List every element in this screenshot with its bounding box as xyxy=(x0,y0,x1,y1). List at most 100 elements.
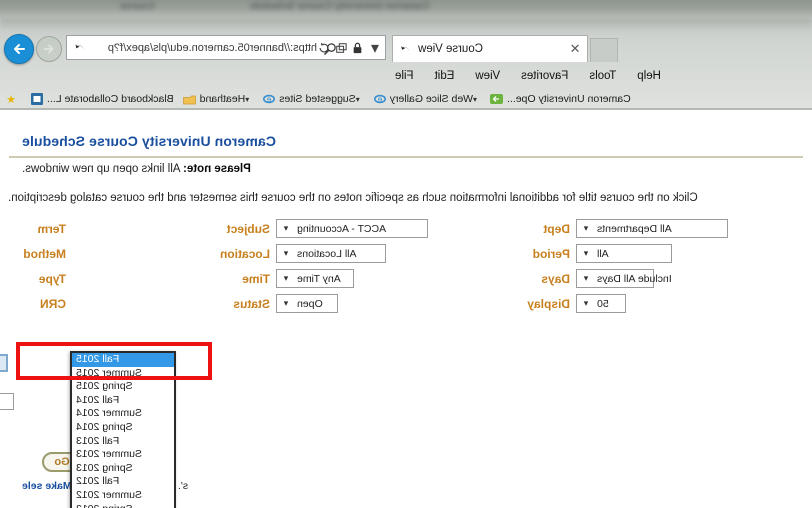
term-option[interactable]: Summer 2015 xyxy=(72,367,174,381)
chevron-down-icon[interactable]: ▾ xyxy=(473,95,477,104)
term-option[interactable]: Fall 2013 xyxy=(72,435,174,449)
label-location: Location xyxy=(220,246,270,261)
term-option[interactable]: Summer 2012 xyxy=(72,489,174,503)
bookmark-label: Heathand xyxy=(199,93,246,105)
select-status[interactable]: ▾ Open xyxy=(276,294,338,313)
bookmark-heathand[interactable]: Heathand ▾ xyxy=(183,92,254,106)
field-row-dept: Dept ▾ All Departments xyxy=(520,218,728,239)
page-note-text: All links open up new windows. xyxy=(22,163,184,175)
make-selection-label: Make sele xyxy=(22,480,72,492)
tab-title: Course View xyxy=(418,43,483,55)
chevron-down-icon[interactable]: ▾ xyxy=(368,40,382,57)
field-row-term: Term xyxy=(22,218,178,239)
tab-strip: Course View ✕ xyxy=(392,33,627,62)
search-icon[interactable] xyxy=(324,41,338,55)
chevron-down-icon: ▾ xyxy=(283,223,289,233)
menu-item-help[interactable]: Help xyxy=(637,70,661,82)
desktop-blurred-text-left: Cameron University Course Schedule xyxy=(250,1,429,12)
field-row-time: Time ▾ Any Time xyxy=(220,268,428,289)
address-bar-url: https://banner05.cameron.edu/pls/apex/f?… xyxy=(107,41,317,54)
favorites-star-button[interactable]: ★ xyxy=(4,92,21,106)
term-option[interactable]: Summer 2013 xyxy=(72,448,174,462)
forward-button[interactable] xyxy=(36,36,62,62)
term-dropdown-list[interactable]: Fall 2015 Summer 2015 Spring 2015 Fall 2… xyxy=(70,351,176,508)
select-location-value: All Locations xyxy=(297,247,357,260)
field-row-days: Days ▾ Include All Days xyxy=(520,268,728,289)
label-crn: CRN xyxy=(40,296,66,311)
select-display[interactable]: ▾ 50 xyxy=(576,294,626,313)
close-icon[interactable]: ✕ xyxy=(568,41,582,57)
page-note-label: Please note: xyxy=(183,163,251,175)
desktop-background-strip: Cameron University Course Schedule Cours… xyxy=(0,0,812,18)
select-location[interactable]: ▾ All Locations xyxy=(276,244,386,263)
edge-widget-partial xyxy=(0,354,8,372)
select-time[interactable]: ▾ Any Time xyxy=(276,269,354,288)
chevron-down-icon: ▾ xyxy=(283,248,289,258)
menu-item-view[interactable]: View xyxy=(475,70,500,82)
back-arrow-icon xyxy=(14,44,25,54)
mirrored-screenshot-root: Cameron University Course Schedule Cours… xyxy=(0,0,812,508)
form-column-middle: Subject ▾ ACCT - Accounting Location ▾ A… xyxy=(220,218,428,318)
chevron-down-icon: ▾ xyxy=(583,223,589,233)
label-term: Term xyxy=(37,221,66,236)
make-selection-tail: s'. xyxy=(178,480,189,492)
bookmark-label: Suggested Sites xyxy=(279,93,356,105)
term-option[interactable]: Spring 2013 xyxy=(72,462,174,476)
menu-item-file[interactable]: File xyxy=(395,70,414,82)
term-option[interactable]: Fall 2014 xyxy=(72,394,174,408)
page-hint: Click on the course title for additional… xyxy=(8,192,698,204)
address-bar[interactable]: https://banner05.cameron.edu/pls/apex/f?… xyxy=(66,35,386,60)
field-row-location: Location ▾ All Locations xyxy=(220,243,428,264)
lock-icon[interactable] xyxy=(351,40,365,56)
bookmark-web-slice-gallery[interactable]: e Web Slice Gallery ▾ xyxy=(373,92,481,106)
bookmark-label: Cameron University Ope... xyxy=(506,93,631,105)
field-row-method: Method xyxy=(22,243,178,264)
address-bar-favicon xyxy=(72,40,88,56)
chevron-down-icon: ▾ xyxy=(583,273,589,283)
select-dept[interactable]: ▾ All Departments xyxy=(576,219,728,238)
chevron-down-icon: ▾ xyxy=(283,298,289,308)
new-tab-button[interactable] xyxy=(590,38,618,62)
chevron-down-icon: ▾ xyxy=(583,248,589,258)
term-option[interactable]: Fall 2012 xyxy=(72,475,174,489)
label-type: Type xyxy=(38,271,66,286)
term-option[interactable]: Spring 2014 xyxy=(72,421,174,435)
chevron-down-icon: ▾ xyxy=(583,298,589,308)
field-row-display: Display ▾ 50 xyxy=(520,293,728,314)
select-subject-value: ACCT - Accounting xyxy=(297,222,387,235)
back-button[interactable] xyxy=(4,34,34,64)
term-option[interactable]: Summer 2014 xyxy=(72,407,174,421)
edge-select-partial xyxy=(0,393,14,410)
bookmark-suggested-sites[interactable]: e Suggested Sites ▾ xyxy=(262,92,363,106)
field-row-period: Period ▾ All xyxy=(520,243,728,264)
page-title: Cameron University Course Schedule xyxy=(22,133,276,149)
select-period-value: All xyxy=(597,247,609,260)
chevron-down-icon[interactable]: ▾ xyxy=(245,95,249,104)
menu-item-favorites[interactable]: Favorites xyxy=(521,70,568,82)
select-time-value: Any Time xyxy=(297,272,341,285)
select-period[interactable]: ▾ All xyxy=(576,244,672,263)
term-option[interactable]: Fall 2015 xyxy=(72,353,174,367)
term-option[interactable]: Spring 2012 xyxy=(72,503,174,508)
label-subject: Subject xyxy=(226,221,270,236)
page-note: Please note: All links open up new windo… xyxy=(22,163,251,175)
select-display-value: 50 xyxy=(597,297,609,310)
label-time: Time xyxy=(242,271,270,286)
folder-icon xyxy=(183,92,197,106)
select-status-value: Open xyxy=(297,297,323,310)
select-subject[interactable]: ▾ ACCT - Accounting xyxy=(276,219,428,238)
menu-item-edit[interactable]: Edit xyxy=(435,70,455,82)
label-display: Display xyxy=(527,296,570,311)
ie-icon: e xyxy=(373,92,387,106)
bookmark-label: Web Slice Gallery xyxy=(389,93,473,105)
bookmark-cameron-university[interactable]: Cameron University Ope... xyxy=(490,92,631,106)
term-option[interactable]: Spring 2015 xyxy=(72,380,174,394)
browser-chrome: https://banner05.cameron.edu/pls/apex/f?… xyxy=(0,18,812,110)
bb-icon xyxy=(30,92,44,106)
chevron-down-icon[interactable]: ▾ xyxy=(356,95,360,104)
bookmark-blackboard-collaborate[interactable]: Blackboard Collaborate L... xyxy=(30,92,174,106)
select-days[interactable]: ▾ Include All Days xyxy=(576,269,672,288)
tab-course-view[interactable]: Course View ✕ xyxy=(392,35,588,62)
menu-item-tools[interactable]: Tools xyxy=(589,70,616,82)
desktop-blurred-text-right: Course xyxy=(120,1,155,12)
